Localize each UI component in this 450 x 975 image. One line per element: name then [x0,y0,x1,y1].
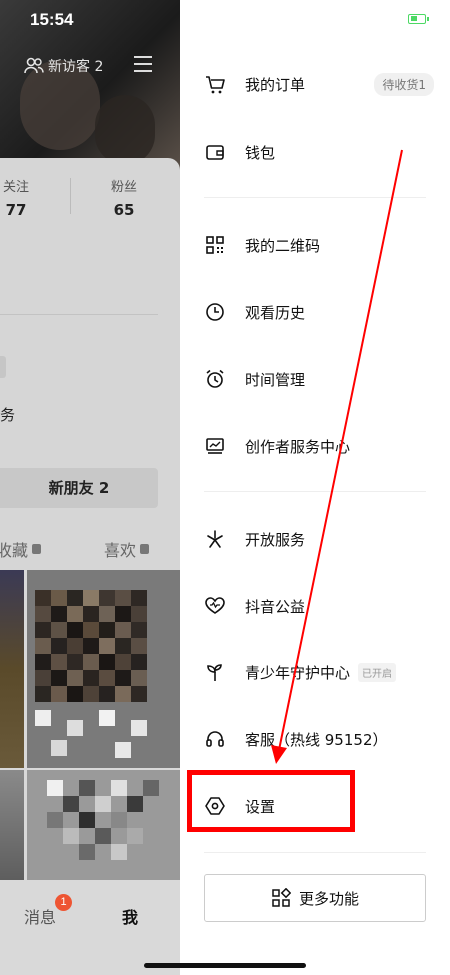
drawer-item-label: 抖音公益 [245,597,306,616]
alarm-icon [204,368,226,390]
new-visitors-button[interactable]: 新访客 2 [24,56,103,76]
bottom-navigation: 消息 1 我 [0,880,180,975]
profile-chip [0,356,6,378]
profile-divider [0,314,158,315]
drawer-item-watch-history[interactable]: 观看历史 [204,292,434,332]
drawer-item-time-management[interactable]: 时间管理 [204,359,434,399]
drawer-item-creator-center[interactable]: 创作者服务中心 [204,426,434,466]
tab-collect[interactable]: 收藏 [0,537,42,561]
drawer-item-customer-service[interactable]: 客服（热线 95152） [204,719,434,759]
cart-icon [204,73,226,95]
drawer-item-label: 我的二维码 [245,236,321,255]
stat-divider [70,178,71,214]
lock-icon [32,544,42,554]
pending-delivery-badge: 待收货1 [374,72,434,96]
drawer-item-label: 创作者服务中心 [245,437,351,456]
fans-count: 65 [113,201,135,219]
charity-icon [204,595,226,617]
messages-badge: 1 [55,894,72,911]
more-features-button[interactable]: 更多功能 [204,874,426,922]
drawer-item-qrcode[interactable]: 我的二维码 [204,225,434,265]
profile-page-background: 15:54 新访客 2 关注 77 粉丝 65 务 新朋友 2 收藏 喜欢 消息… [0,0,180,975]
clock-icon [204,301,226,323]
drawer-item-charity[interactable]: 抖音公益 [204,586,434,626]
drawer-item-teen-protection[interactable]: 青少年守护中心 已开启 [204,652,434,692]
following-count: 77 [5,201,27,219]
drawer-divider [204,197,426,198]
drawer-item-label: 我的订单 [245,75,306,94]
headset-icon [204,728,226,750]
drawer-item-open-service[interactable]: 开放服务 [204,519,434,559]
tab-collect-label: 收藏 [0,541,29,560]
enabled-badge: 已开启 [358,662,397,682]
new-friends-button[interactable]: 新朋友 2 [0,468,158,508]
nav-messages[interactable]: 消息 [24,904,56,928]
tab-likes-label: 喜欢 [104,541,137,560]
status-time: 15:54 [30,10,74,29]
following-stat[interactable]: 关注 77 [0,176,34,219]
home-indicator [144,963,306,968]
drawer-item-label: 观看历史 [245,303,306,322]
battery-icon [408,14,429,24]
video-thumbnail[interactable] [27,570,180,768]
drawer-item-label: 青少年守护中心 [245,663,351,682]
drawer-divider [204,852,426,853]
video-grid [0,570,180,902]
drawer-item-label: 时间管理 [245,370,306,389]
new-visitors-label: 新访客 2 [48,59,104,75]
annotation-highlight-box [187,770,355,832]
qrcode-icon [204,234,226,256]
profile-cover [0,0,180,170]
drawer-item-label: 客服（热线 95152） [245,730,388,749]
fans-label: 粉丝 [110,180,137,195]
drawer-item-label: 开放服务 [245,530,306,549]
apps-grid-icon [272,888,291,907]
drawer-item-label: 钱包 [245,143,276,162]
more-features-label: 更多功能 [298,889,359,908]
creator-icon [204,435,226,457]
sprout-icon [204,661,226,683]
lock-icon [140,544,150,554]
drawer-divider [204,491,426,492]
profile-fragment-text: 务 [0,406,16,424]
following-label: 关注 [2,180,29,195]
video-thumbnail[interactable] [0,570,24,768]
tab-likes[interactable]: 喜欢 [104,537,150,561]
nav-me[interactable]: 我 [122,904,138,928]
wallet-icon [204,141,226,163]
fans-stat[interactable]: 粉丝 65 [98,176,150,219]
drawer-item-orders[interactable]: 我的订单 待收货1 [204,64,434,104]
visitors-icon [24,57,44,74]
hamburger-menu-icon[interactable] [134,56,152,74]
open-service-icon [204,528,226,550]
drawer-item-wallet[interactable]: 钱包 [204,132,434,172]
profile-card [0,158,180,570]
